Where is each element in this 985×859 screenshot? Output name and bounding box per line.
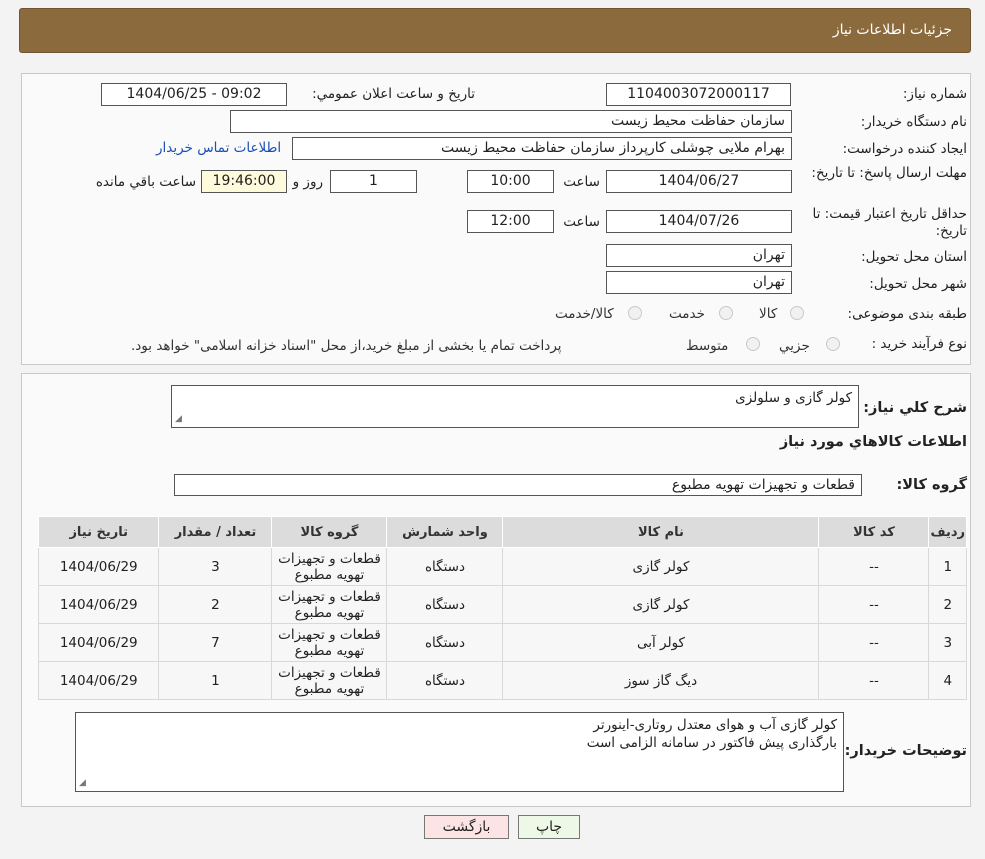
cell-unit: دستگاه <box>386 661 504 700</box>
cell-qty: 2 <box>158 585 273 624</box>
need-number-field: 1104003072000117 <box>606 83 791 106</box>
table-row: 1 -- کولر گازی دستگاه قطعات و تجهیزات ته… <box>37 547 967 586</box>
col-date: تاریخ نیاز <box>37 516 160 548</box>
remaining-time-label: ساعت باقي مانده <box>95 174 196 190</box>
cell-date: 1404/06/29 <box>37 661 160 700</box>
cell-unit: دستگاه <box>386 547 504 586</box>
process-note: پرداخت تمام یا بخشی از مبلغ خرید،از محل … <box>131 338 562 354</box>
deadline-time-label: ساعت <box>563 174 600 190</box>
cell-row: 2 <box>928 585 967 624</box>
cell-group: قطعات و تجهیزات تهویه مطبوع <box>271 661 388 700</box>
process-option-partial: جزيي <box>779 338 810 354</box>
cell-name: کولر گازی <box>502 547 820 586</box>
table-row: 2 -- کولر گازی دستگاه قطعات و تجهیزات ته… <box>37 585 967 624</box>
cell-date: 1404/06/29 <box>37 547 160 586</box>
city-field: تهران <box>606 271 792 294</box>
cell-name: کولر گازی <box>502 585 820 624</box>
cell-qty: 7 <box>158 623 273 662</box>
description-label: شرح کلي نياز: <box>863 400 967 416</box>
col-name: نام کالا <box>502 516 820 548</box>
city-label: شهر محل تحویل: <box>869 276 967 292</box>
process-radio-medium[interactable] <box>746 337 760 351</box>
cell-date: 1404/06/29 <box>37 585 160 624</box>
province-field: تهران <box>606 244 792 267</box>
process-type-label: نوع فرآیند خرید : <box>871 336 967 352</box>
buyer-org-field: سازمان حفاظت محیط زیست <box>230 110 792 133</box>
days-remaining-field: 1 <box>330 170 417 193</box>
category-label: طبقه بندی موضوعی: <box>847 306 967 322</box>
cell-row: 4 <box>928 661 967 700</box>
buyer-notes-line-2: بارگذاری پیش فاکتور در سامانه الزامی است <box>586 735 837 751</box>
validity-date-field: 1404/07/26 <box>606 210 792 233</box>
days-label: روز و <box>292 174 323 190</box>
buyer-notes-textarea: کولر گازی آب و هوای معتدل روتاری-اینورتر… <box>75 712 844 792</box>
table-row: 3 -- کولر آبی دستگاه قطعات و تجهیزات تهو… <box>37 623 967 662</box>
category-radio-goods-service[interactable] <box>628 306 642 320</box>
cell-name: کولر آبی <box>502 623 820 662</box>
cell-code: -- <box>818 585 930 624</box>
remaining-time-field: 19:46:00 <box>201 170 287 193</box>
table-header-row: رديف کد کالا نام کالا واحد شمارش گروه کا… <box>37 516 967 548</box>
process-radio-partial[interactable] <box>826 337 840 351</box>
deadline-date-field: 1404/06/27 <box>606 170 792 193</box>
description-textarea: کولر گازی و سلولزی <box>171 385 859 428</box>
validity-time-label: ساعت <box>563 214 600 230</box>
cell-code: -- <box>818 623 930 662</box>
requester-label: ایجاد کننده درخواست: <box>842 141 967 157</box>
col-row: رديف <box>928 516 967 548</box>
group-label: گروه کالا: <box>896 477 967 493</box>
col-qty: تعداد / مقدار <box>158 516 273 548</box>
cell-code: -- <box>818 547 930 586</box>
col-code: کد کالا <box>818 516 930 548</box>
col-unit: واحد شمارش <box>386 516 504 548</box>
cell-qty: 1 <box>158 661 273 700</box>
items-table: رديف کد کالا نام کالا واحد شمارش گروه کا… <box>37 516 967 700</box>
resize-grip-icon: ◢ <box>79 778 86 788</box>
page-header: جزئیات اطلاعات نیاز <box>19 8 971 53</box>
cell-unit: دستگاه <box>386 585 504 624</box>
category-radio-service[interactable] <box>719 306 733 320</box>
process-option-medium: متوسط <box>686 338 729 354</box>
col-group: گروه کالا <box>271 516 388 548</box>
cell-group: قطعات و تجهیزات تهویه مطبوع <box>271 547 388 586</box>
province-label: استان محل تحویل: <box>861 249 967 265</box>
cell-unit: دستگاه <box>386 623 504 662</box>
buyer-org-label: نام دستگاه خريدار: <box>860 114 967 130</box>
category-option-goods-service: کالا/خدمت <box>555 306 614 322</box>
deadline-label: مهلت ارسال پاسخ: تا تاریخ: <box>811 165 967 181</box>
validity-label: حداقل تاریخ اعتبار قیمت: تا تاریخ: <box>812 206 967 239</box>
category-radio-goods[interactable] <box>790 306 804 320</box>
buyer-contact-link[interactable]: اطلاعات تماس خریدار <box>156 140 281 156</box>
page-title: جزئیات اطلاعات نیاز <box>832 22 952 38</box>
back-button[interactable]: بازگشت <box>424 815 509 839</box>
validity-time-field: 12:00 <box>467 210 554 233</box>
cell-name: دیگ گاز سوز <box>502 661 820 700</box>
group-field: قطعات و تجهیزات تهویه مطبوع <box>174 474 862 496</box>
deadline-time-field: 10:00 <box>467 170 554 193</box>
cell-group: قطعات و تجهیزات تهویه مطبوع <box>271 585 388 624</box>
announce-datetime-field: 1404/06/25 - 09:02 <box>101 83 287 106</box>
items-heading: اطلاعات کالاهاي مورد نياز <box>779 434 967 450</box>
category-option-service: خدمت <box>669 306 705 322</box>
announce-label: تاریخ و ساعت اعلان عمومي: <box>312 86 475 102</box>
buyer-notes-label: توضیحات خریدار: <box>844 743 967 759</box>
buyer-notes-line-1: کولر گازی آب و هوای معتدل روتاری-اینورتر <box>593 717 837 733</box>
table-row: 4 -- دیگ گاز سوز دستگاه قطعات و تجهیزات … <box>37 661 967 700</box>
cell-code: -- <box>818 661 930 700</box>
need-number-label: شماره نیاز: <box>902 86 967 102</box>
category-option-goods: کالا <box>759 306 778 322</box>
cell-group: قطعات و تجهیزات تهویه مطبوع <box>271 623 388 662</box>
cell-row: 3 <box>928 623 967 662</box>
cell-row: 1 <box>928 547 967 586</box>
print-button[interactable]: چاپ <box>518 815 580 839</box>
requester-field: بهرام ملایی چوشلی کارپرداز سازمان حفاظت … <box>292 137 792 160</box>
cell-date: 1404/06/29 <box>37 623 160 662</box>
cell-qty: 3 <box>158 547 273 586</box>
